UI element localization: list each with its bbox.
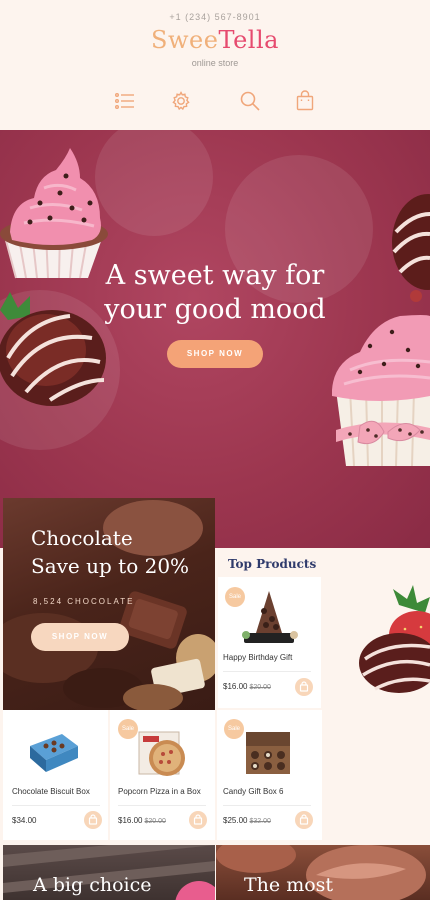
banner-title: A big choice	[33, 874, 152, 896]
search-icon[interactable]	[238, 89, 262, 113]
phone-number[interactable]: +1 (234) 567-8901	[0, 12, 430, 22]
promo-shop-now-button[interactable]: SHOP NOW	[31, 623, 129, 651]
product-image	[138, 731, 185, 776]
price-current: $16.00	[118, 816, 143, 825]
hero-bubble	[95, 130, 213, 236]
product-price: $34.00	[12, 816, 36, 825]
cupcake-image	[332, 315, 430, 467]
hero-title: A sweet way for your good mood	[0, 259, 430, 327]
logo-part-1: Swee	[151, 26, 219, 54]
divider	[118, 805, 206, 806]
hero-shop-now-button[interactable]: SHOP NOW	[167, 340, 263, 368]
product-card[interactable]: Sale Candy Gift Box 6 $25.00 $32.00	[217, 710, 322, 840]
category-banner[interactable]: The most	[216, 845, 430, 900]
price-old: $20.00	[249, 684, 271, 691]
add-to-cart-icon[interactable]	[295, 811, 313, 829]
price-current: $16.00	[223, 682, 248, 691]
hero-title-line-1: A sweet way for	[105, 260, 325, 291]
hero-banner: A sweet way for your good mood SHOP NOW	[0, 130, 430, 548]
product-card[interactable]: Chocolate Biscuit Box $34.00	[3, 710, 108, 840]
add-to-cart-icon[interactable]	[189, 811, 207, 829]
promo-title-line-2: Save up to 20%	[31, 554, 190, 578]
price-current: $25.00	[223, 816, 248, 825]
divider	[12, 805, 100, 806]
logo-part-2: Tella	[218, 26, 279, 54]
product-name[interactable]: Chocolate Biscuit Box	[12, 787, 90, 796]
menu-icon[interactable]	[113, 89, 137, 113]
product-name[interactable]: Happy Birthday Gift	[223, 653, 292, 662]
product-price: $16.00 $20.00	[223, 682, 271, 691]
add-to-cart-icon[interactable]	[295, 678, 313, 696]
product-image	[30, 734, 78, 772]
promo-chocolate-banner[interactable]: Chocolate Save up to 20% 8,524 CHOCOLATE…	[3, 498, 215, 710]
chocolate-strawberry-image	[359, 585, 430, 693]
category-banner[interactable]: A big choice	[3, 845, 215, 900]
divider	[223, 805, 311, 806]
sale-badge: Sale	[224, 719, 244, 739]
product-name[interactable]: Candy Gift Box 6	[223, 787, 283, 796]
shopping-bag-icon[interactable]	[293, 89, 317, 113]
product-card[interactable]: Sale Happy Birthday Gift $16.00 $20.00	[218, 577, 321, 708]
product-card[interactable]: Sale Popcorn Pizza in a Box $16.00 $20.00	[110, 710, 215, 840]
price-old: $20.00	[144, 818, 166, 825]
product-image	[246, 732, 290, 774]
header-nav	[0, 89, 430, 113]
price-old: $32.00	[249, 818, 271, 825]
gear-icon[interactable]	[169, 89, 193, 113]
banner-title: The most	[244, 874, 334, 896]
product-price: $25.00 $32.00	[223, 816, 271, 825]
divider	[223, 671, 311, 672]
price-current: $34.00	[12, 816, 37, 825]
product-image	[242, 591, 298, 643]
hero-title-line-2: your good mood	[104, 294, 326, 325]
top-products-title: Top Products	[228, 557, 317, 571]
logo-tagline: online store	[191, 58, 239, 68]
promo-title-line-1: Chocolate	[31, 526, 133, 550]
logo[interactable]: SweeTella	[0, 26, 430, 54]
product-name[interactable]: Popcorn Pizza in a Box	[118, 787, 201, 796]
add-to-cart-icon[interactable]	[84, 811, 102, 829]
product-price: $16.00 $20.00	[118, 816, 166, 825]
promo-title: Chocolate Save up to 20%	[31, 524, 189, 580]
site-header: +1 (234) 567-8901 SweeTella online store	[0, 0, 430, 130]
promo-subtitle: 8,524 CHOCOLATE	[33, 597, 135, 606]
